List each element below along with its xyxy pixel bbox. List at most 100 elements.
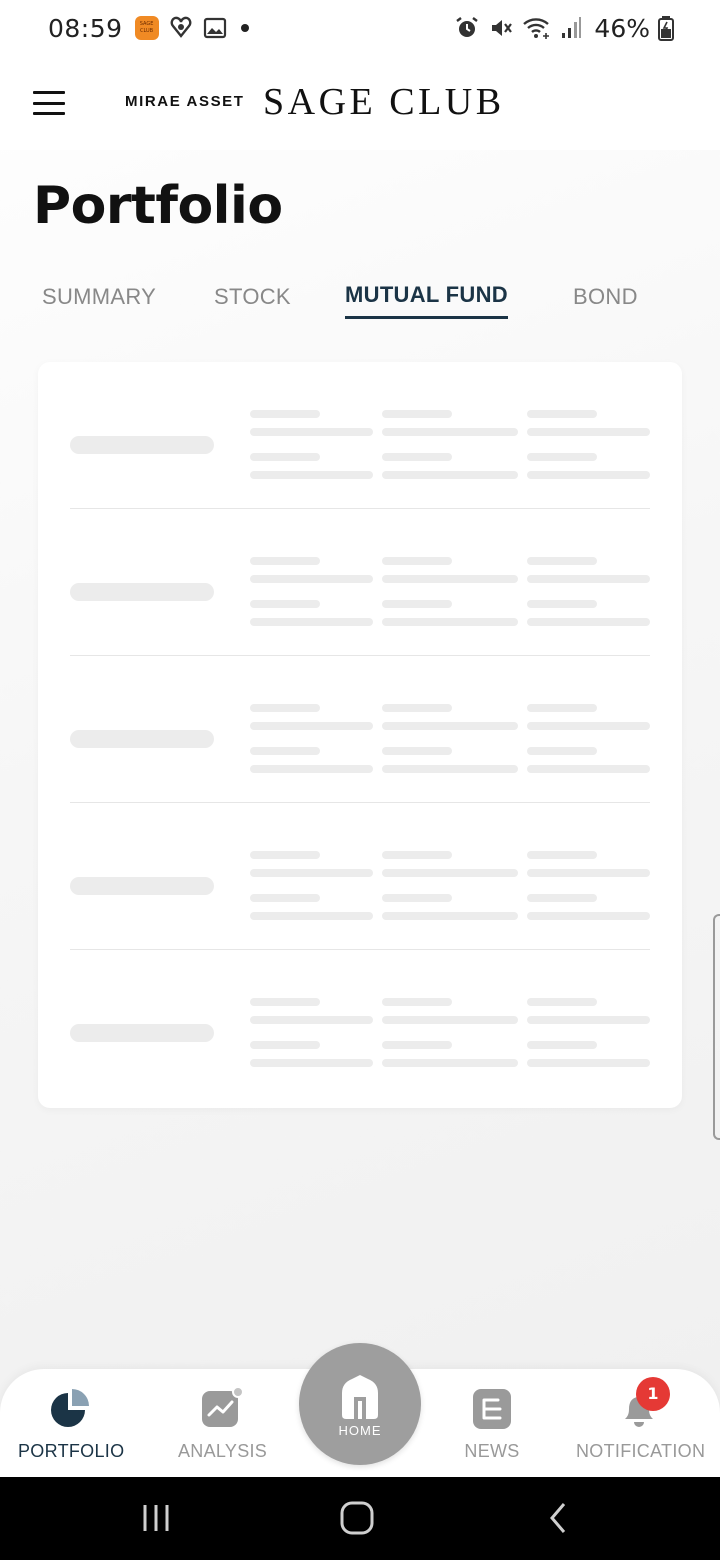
- tab-summary[interactable]: SUMMARY: [42, 284, 156, 318]
- skeleton-value-placeholder: [250, 765, 373, 773]
- portfolio-tabs: SUMMARY STOCK MUTUAL FUND BOND: [0, 282, 720, 328]
- skeleton-row: [70, 362, 650, 509]
- status-right-icons: 46%: [454, 14, 674, 43]
- skeleton-value-placeholder: [527, 722, 650, 730]
- skeleton-row: [70, 950, 650, 1097]
- mutual-fund-list-card: [38, 362, 682, 1108]
- skeleton-value-placeholder: [382, 575, 518, 583]
- skeleton-value-placeholder: [250, 1041, 320, 1049]
- tab-mutual-fund[interactable]: MUTUAL FUND: [345, 282, 508, 319]
- skeleton-value-placeholder: [250, 1016, 373, 1024]
- skeleton-value-placeholder: [382, 410, 452, 418]
- skeleton-value-placeholder: [250, 998, 320, 1006]
- home-button-label: HOME: [338, 1423, 382, 1438]
- skeleton-value-placeholder: [250, 618, 373, 626]
- nav-portfolio[interactable]: PORTFOLIO: [18, 1387, 124, 1462]
- pie-chart-icon: [51, 1389, 89, 1427]
- brand-sage-club-logo: SAGE CLUB: [263, 81, 505, 123]
- skeleton-value-placeholder: [382, 557, 452, 565]
- skeleton-value-placeholder: [382, 894, 452, 902]
- skeleton-value-placeholder: [382, 428, 518, 436]
- battery-percent: 46%: [594, 13, 650, 43]
- skeleton-value-placeholder: [382, 998, 452, 1006]
- wifi-icon: [523, 18, 550, 39]
- recent-apps-icon[interactable]: [140, 1501, 172, 1535]
- skeleton-value-placeholder: [527, 747, 597, 755]
- skeleton-value-placeholder: [527, 851, 597, 859]
- skeleton-value-placeholder: [250, 600, 320, 608]
- trend-chart-icon: [202, 1387, 244, 1427]
- skeleton-value-placeholder: [382, 1059, 518, 1067]
- signal-icon: [562, 17, 582, 38]
- skeleton-value-placeholder: [382, 704, 452, 712]
- skeleton-value-placeholder: [527, 428, 650, 436]
- notification-count-badge: 1: [636, 1377, 670, 1411]
- status-dot-icon: [240, 24, 249, 32]
- nav-news[interactable]: NEWS: [462, 1387, 522, 1462]
- sage-club-app-icon-label: SAGE CLUB: [139, 21, 154, 34]
- skeleton-value-placeholder: [527, 471, 650, 479]
- skeleton-value-placeholder: [527, 410, 597, 418]
- skeleton-value-placeholder: [382, 869, 518, 877]
- skeleton-value-placeholder: [382, 600, 452, 608]
- skeleton-value-placeholder: [250, 410, 320, 418]
- tab-stock[interactable]: STOCK: [214, 284, 291, 318]
- skeleton-value-placeholder: [382, 618, 518, 626]
- system-nav-bar: [0, 1477, 720, 1560]
- app-header: MIRAE ASSET SAGE CLUB: [0, 56, 720, 150]
- skeleton-value-placeholder: [527, 1041, 597, 1049]
- skeleton-value-placeholder: [527, 894, 597, 902]
- edge-panel-handle[interactable]: [713, 914, 720, 1140]
- skeleton-value-placeholder: [527, 912, 650, 920]
- skeleton-value-placeholder: [250, 869, 373, 877]
- skeleton-value-placeholder: [527, 765, 650, 773]
- status-bar: 08:59 SAGE CLUB 46%: [0, 0, 720, 56]
- home-button[interactable]: HOME: [299, 1343, 421, 1465]
- news-icon: [473, 1389, 511, 1429]
- nav-analysis[interactable]: ANALYSIS: [178, 1387, 267, 1462]
- skeleton-value-placeholder: [250, 704, 320, 712]
- tab-bond[interactable]: BOND: [573, 284, 638, 318]
- skeleton-value-placeholder: [250, 894, 320, 902]
- skeleton-value-placeholder: [250, 722, 373, 730]
- brand-mirae-asset: MIRAE ASSET: [125, 93, 245, 110]
- status-left-icons: SAGE CLUB: [134, 14, 249, 42]
- skeleton-title-placeholder: [70, 583, 214, 601]
- gallery-icon: [203, 17, 226, 39]
- skeleton-value-placeholder: [527, 869, 650, 877]
- status-time: 08:59: [48, 13, 123, 43]
- skeleton-value-placeholder: [382, 765, 518, 773]
- skeleton-value-placeholder: [382, 747, 452, 755]
- skeleton-value-placeholder: [250, 1059, 373, 1067]
- home-icon: [342, 1375, 378, 1419]
- skeleton-value-placeholder: [527, 1016, 650, 1024]
- heart-notification-icon: [170, 16, 191, 38]
- skeleton-title-placeholder: [70, 1024, 214, 1042]
- skeleton-value-placeholder: [250, 428, 373, 436]
- skeleton-value-placeholder: [250, 471, 373, 479]
- skeleton-value-placeholder: [527, 618, 650, 626]
- skeleton-value-placeholder: [382, 851, 452, 859]
- skeleton-value-placeholder: [382, 471, 518, 479]
- skeleton-row: [70, 803, 650, 950]
- skeleton-value-placeholder: [250, 747, 320, 755]
- page-title: Portfolio: [33, 176, 283, 236]
- nav-notification[interactable]: 1 NOTIFICATION: [576, 1377, 706, 1462]
- skeleton-row: [70, 509, 650, 656]
- skeleton-value-placeholder: [527, 600, 597, 608]
- skeleton-value-placeholder: [250, 453, 320, 461]
- skeleton-value-placeholder: [382, 722, 518, 730]
- skeleton-row: [70, 656, 650, 803]
- hamburger-menu-icon[interactable]: [33, 91, 65, 115]
- skeleton-value-placeholder: [382, 912, 518, 920]
- nav-news-label: NEWS: [464, 1441, 520, 1461]
- home-nav-icon[interactable]: [339, 1501, 377, 1535]
- nav-notification-label: NOTIFICATION: [576, 1441, 706, 1461]
- skeleton-title-placeholder: [70, 730, 214, 748]
- skeleton-value-placeholder: [527, 557, 597, 565]
- skeleton-value-placeholder: [250, 851, 320, 859]
- skeleton-value-placeholder: [527, 575, 650, 583]
- skeleton-title-placeholder: [70, 877, 214, 895]
- back-nav-icon[interactable]: [546, 1501, 572, 1535]
- skeleton-value-placeholder: [250, 575, 373, 583]
